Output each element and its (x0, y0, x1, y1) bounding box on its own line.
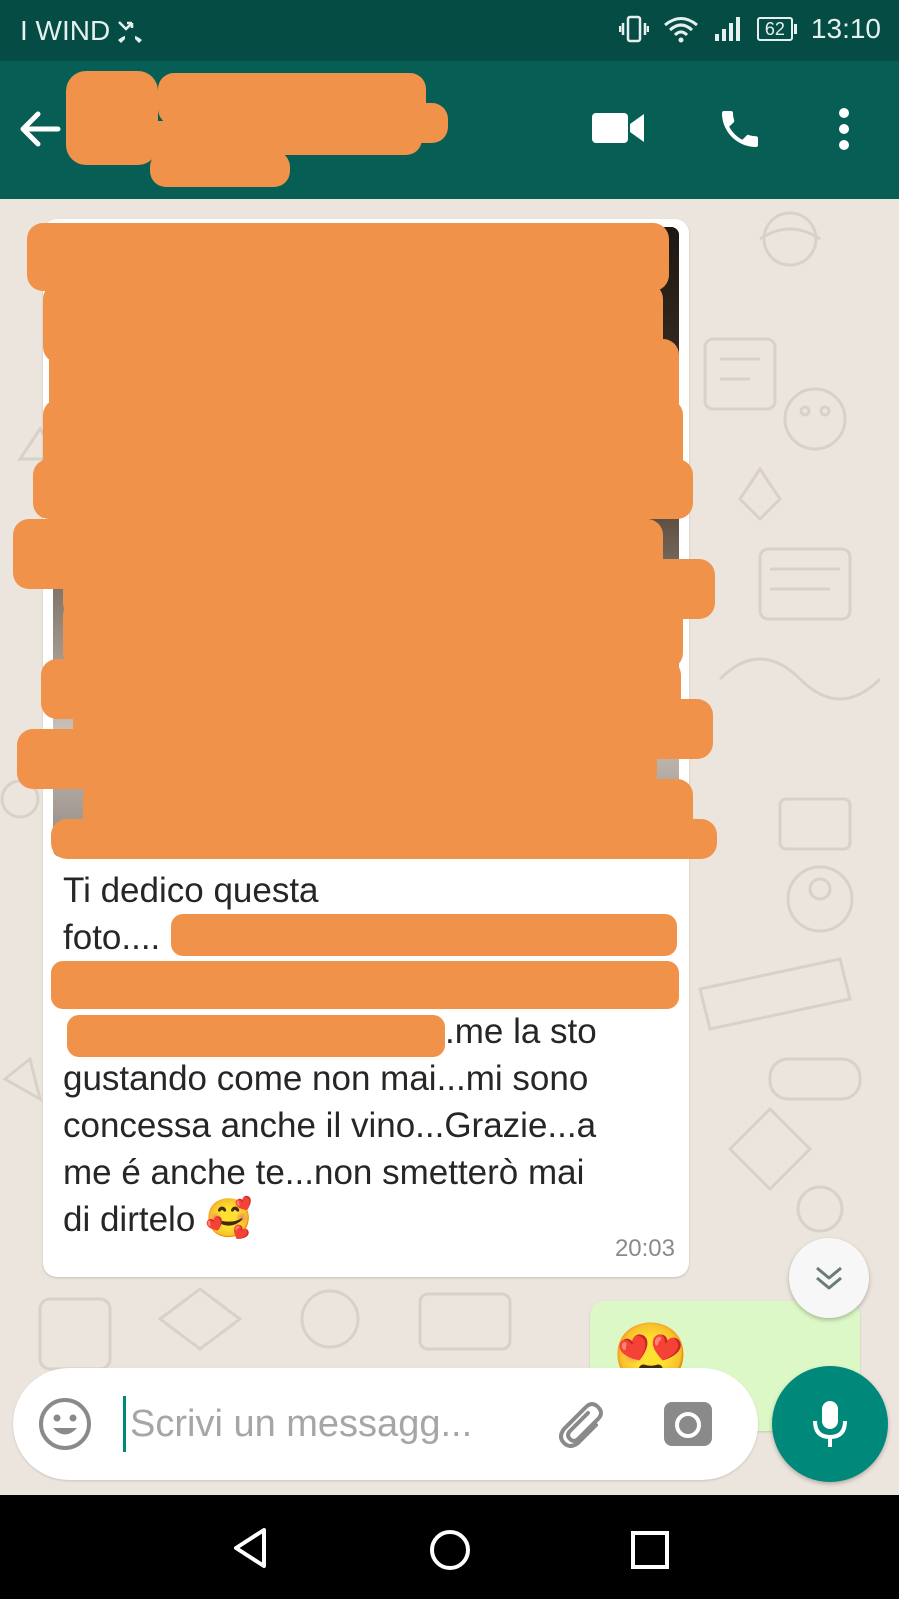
nav-back-button[interactable] (222, 1520, 278, 1576)
camera-icon (664, 1402, 712, 1446)
videocam-icon (592, 113, 644, 143)
scroll-to-bottom-button[interactable] (789, 1238, 869, 1318)
photo-redacted (27, 223, 669, 291)
signal-icon (714, 17, 740, 41)
incoming-message-bubble[interactable]: Ti dedico questa foto.... .me la sto gus… (13, 219, 717, 1277)
battery-level: 62 (756, 17, 793, 41)
chat-area[interactable]: Ti dedico questa foto.... .me la sto gus… (0, 199, 899, 1495)
missed-call-icon (118, 21, 143, 43)
smiling-face-hearts-emoji: 🥰 (205, 1198, 253, 1240)
status-bar: I WIND 62 13:10 (0, 0, 899, 61)
battery-icon: 62 (756, 17, 797, 41)
wifi-icon (663, 17, 698, 43)
voice-call-button[interactable] (710, 99, 770, 159)
vibrate-icon (618, 15, 649, 43)
message-text-redacted (67, 1015, 445, 1057)
more-vert-icon (839, 108, 849, 150)
emoji-button[interactable] (35, 1394, 95, 1454)
photo-redacted (51, 819, 717, 859)
message-input[interactable] (123, 1396, 550, 1452)
carrier-name: I WIND (20, 15, 111, 46)
message-composer (13, 1368, 758, 1480)
attach-button[interactable] (551, 1394, 613, 1456)
smiley-icon (39, 1398, 91, 1450)
message-line-1: Ti dedico questa (63, 871, 319, 910)
phone-icon (722, 111, 758, 147)
message-line-6: concessa anche il vino...Grazie...a (63, 1106, 597, 1145)
message-text-redacted (51, 961, 679, 1009)
message-line-5: gustando come non mai...mi sono (63, 1059, 589, 1098)
mic-icon (813, 1401, 847, 1447)
menu-button[interactable] (822, 99, 866, 159)
system-nav-bar (0, 1495, 899, 1599)
carrier: I WIND (20, 15, 144, 47)
message-time: 20:03 (614, 1235, 675, 1262)
contact-status-redacted (150, 151, 290, 187)
clock: 13:10 (810, 13, 881, 44)
status-right: 62 13:10 (618, 13, 881, 45)
contact-name-redacted-4 (82, 121, 422, 155)
voice-message-button[interactable] (772, 1366, 888, 1482)
photo-redacted (33, 459, 693, 519)
paperclip-icon (559, 1402, 603, 1448)
triangle-back-icon (234, 1528, 266, 1568)
circle-home-icon (430, 1530, 470, 1570)
message-text-redacted (171, 914, 677, 956)
chat-header (0, 61, 899, 199)
arrow-left-icon (20, 111, 61, 147)
nav-home-button[interactable] (420, 1520, 480, 1580)
nav-recents-button[interactable] (620, 1520, 680, 1580)
message-line-8: di dirtelo 🥰 (63, 1198, 253, 1240)
square-recents-icon (631, 1531, 669, 1569)
camera-button[interactable] (658, 1394, 718, 1454)
message-line-7: me é anche te...non smetterò mai (63, 1153, 585, 1192)
video-call-button[interactable] (585, 101, 651, 155)
double-chevron-down-icon (816, 1266, 842, 1290)
back-button[interactable] (14, 103, 66, 155)
